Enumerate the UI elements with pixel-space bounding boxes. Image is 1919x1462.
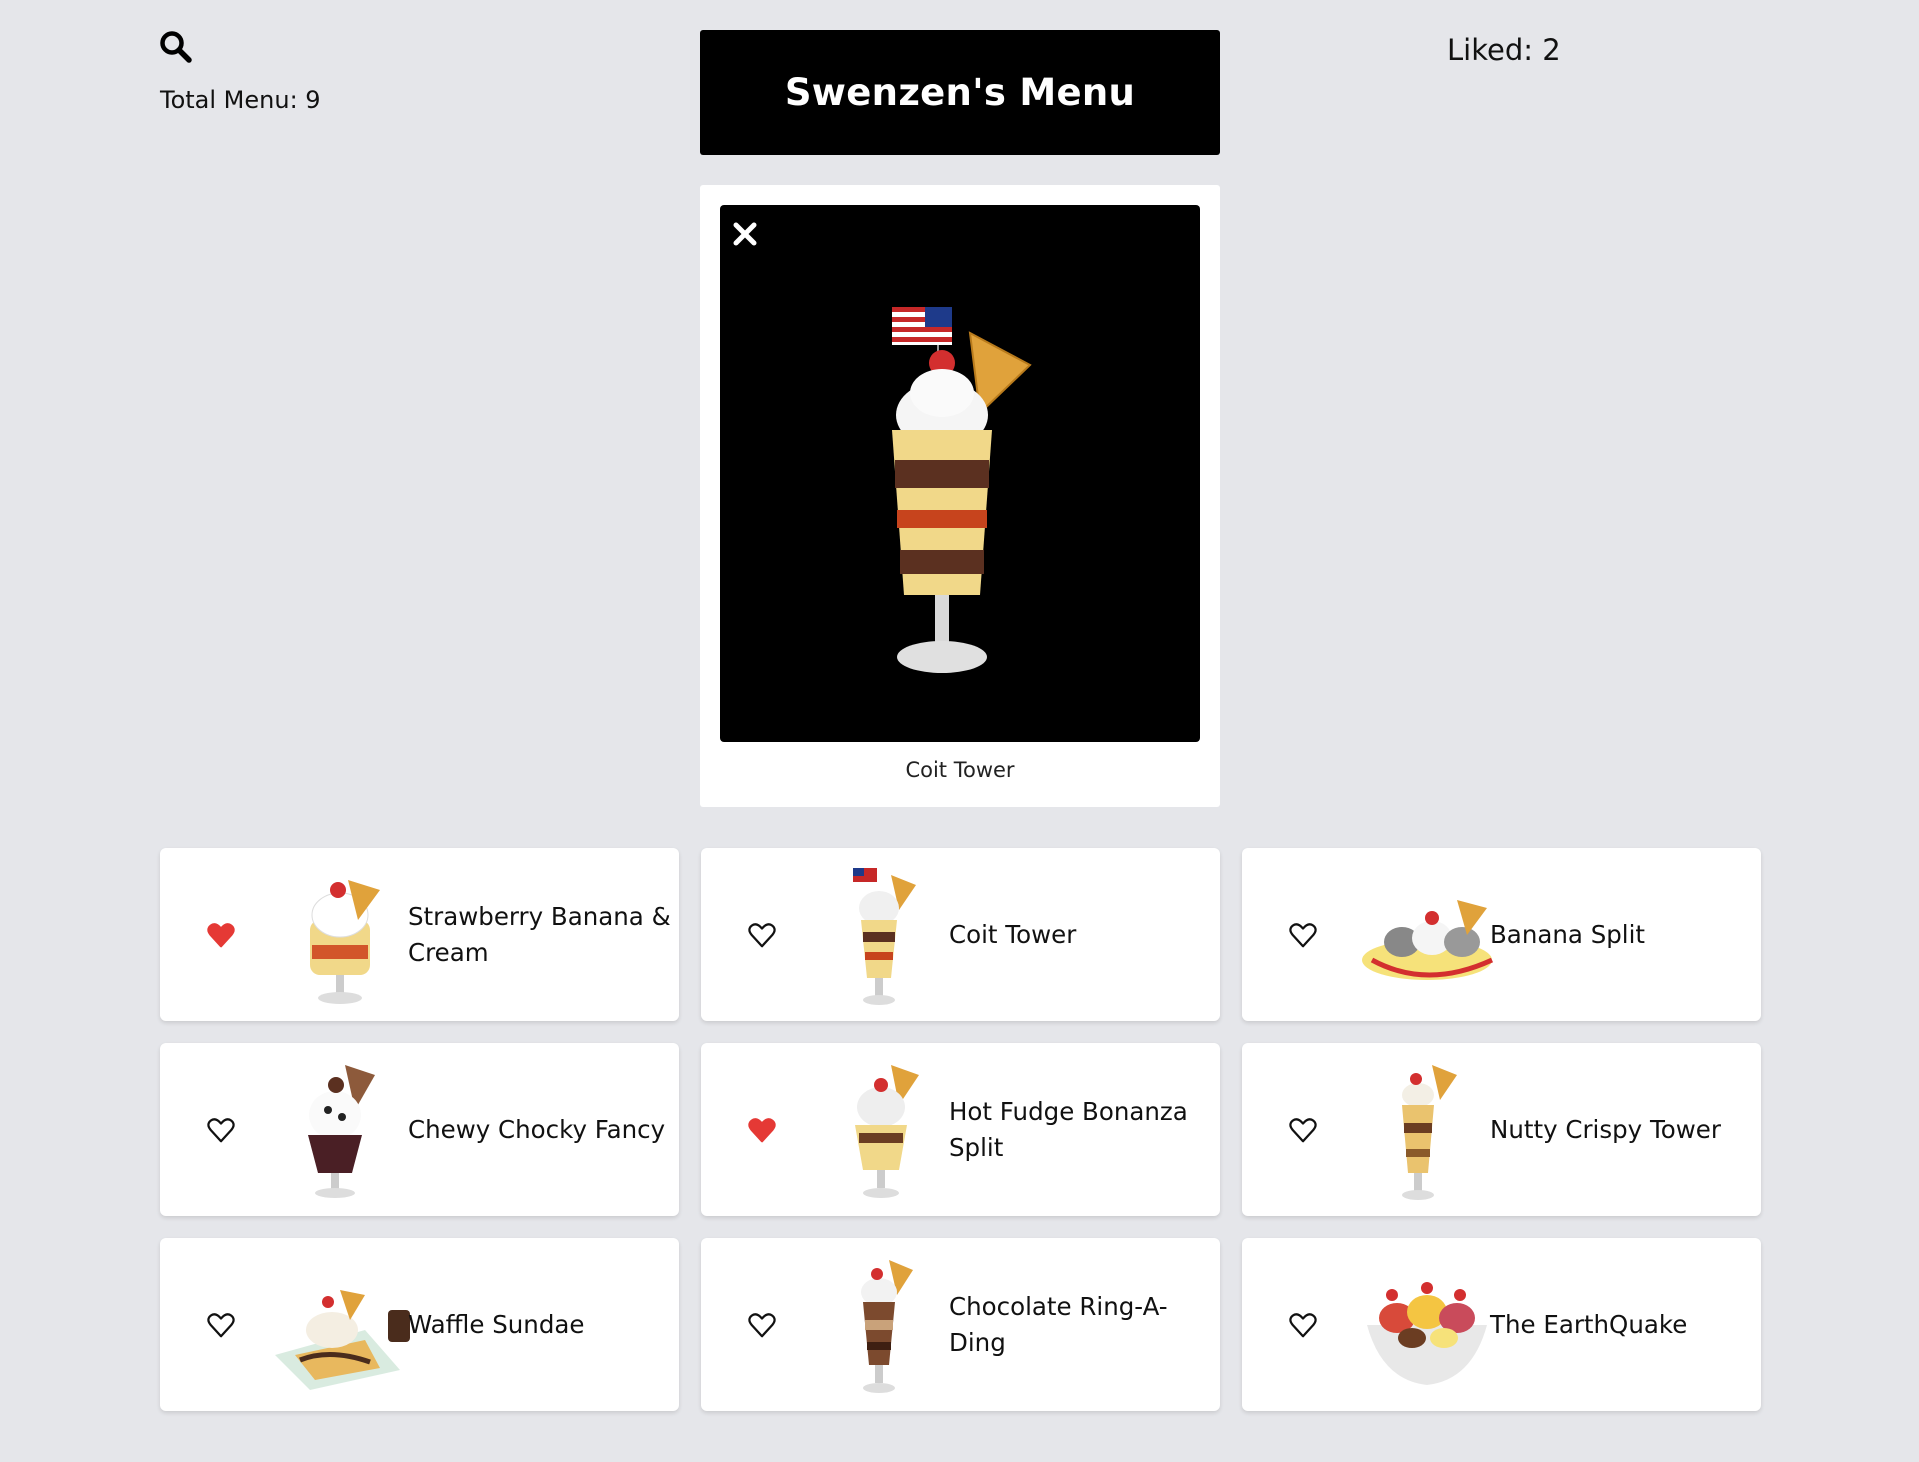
menu-item-image (811, 860, 961, 1010)
search-button[interactable] (159, 30, 193, 64)
heart-filled-icon[interactable] (747, 1116, 777, 1144)
heart-outline-icon[interactable] (206, 1311, 236, 1339)
like-button[interactable] (206, 1311, 236, 1339)
like-button[interactable] (1288, 1311, 1318, 1339)
search-icon[interactable] (159, 30, 193, 64)
menu-card-waffle-sundae[interactable]: Waffle Sundae (160, 1238, 679, 1411)
page-title: Swenzen's Menu (784, 71, 1136, 114)
menu-item-name: Coit Tower (949, 919, 1077, 949)
menu-item-image (1352, 1055, 1502, 1205)
menu-item-image (270, 1055, 420, 1205)
menu-card-banana-split[interactable]: Banana Split (1242, 848, 1761, 1021)
menu-card-hot-fudge-bonanza-split[interactable]: Hot Fudge Bonanza Split (701, 1043, 1220, 1216)
total-menu-count: Total Menu: 9 (160, 86, 321, 114)
menu-card-coit-tower[interactable]: Coit Tower (701, 848, 1220, 1021)
menu-card-nutty-crispy-tower[interactable]: Nutty Crispy Tower (1242, 1043, 1761, 1216)
heart-filled-icon[interactable] (206, 921, 236, 949)
close-icon[interactable] (728, 217, 762, 251)
like-button[interactable] (747, 921, 777, 949)
liked-count: Liked: 2 (1447, 33, 1561, 67)
menu-card-strawberry-banana-cream[interactable]: Strawberry Banana & Cream (160, 848, 679, 1021)
like-button[interactable] (1288, 921, 1318, 949)
close-preview-button[interactable] (728, 217, 762, 251)
menu-grid: Strawberry Banana & Cream Coit Tower Banan… (160, 848, 1761, 1411)
like-button[interactable] (747, 1116, 777, 1144)
sundae-illustration (892, 307, 1032, 673)
menu-item-name: Nutty Crispy Tower (1490, 1114, 1721, 1144)
menu-item-image (270, 1250, 420, 1400)
menu-item-image (270, 860, 420, 1010)
like-button[interactable] (747, 1311, 777, 1339)
menu-item-name: Waffle Sundae (408, 1309, 585, 1339)
title-banner: Swenzen's Menu (700, 30, 1220, 155)
menu-card-chocolate-ring-a-ding[interactable]: Chocolate Ring-A-Ding (701, 1238, 1220, 1411)
menu-card-the-earthquake[interactable]: The EarthQuake (1242, 1238, 1761, 1411)
preview-caption: Coit Tower (905, 758, 1015, 782)
menu-card-chewy-chocky-fancy[interactable]: Chewy Chocky Fancy (160, 1043, 679, 1216)
heart-outline-icon[interactable] (747, 921, 777, 949)
like-button[interactable] (206, 921, 236, 949)
heart-outline-icon[interactable] (747, 1311, 777, 1339)
heart-outline-icon[interactable] (1288, 1116, 1318, 1144)
menu-item-image (811, 1055, 961, 1205)
menu-item-image (1352, 1250, 1502, 1400)
menu-item-name: Strawberry Banana & Cream (408, 901, 671, 967)
menu-item-name: Chewy Chocky Fancy (408, 1114, 666, 1144)
menu-item-name: Chocolate Ring-A-Ding (949, 1291, 1168, 1357)
heart-outline-icon[interactable] (206, 1116, 236, 1144)
menu-item-name: Hot Fudge Bonanza Split (949, 1096, 1188, 1162)
menu-item-name: Banana Split (1490, 919, 1646, 949)
menu-item-image (811, 1250, 961, 1400)
preview-image (720, 205, 1200, 742)
preview-card: Coit Tower (700, 185, 1220, 807)
menu-item-image (1352, 860, 1502, 1010)
heart-outline-icon[interactable] (1288, 921, 1318, 949)
heart-outline-icon[interactable] (1288, 1311, 1318, 1339)
like-button[interactable] (206, 1116, 236, 1144)
menu-item-name: The EarthQuake (1490, 1309, 1688, 1339)
like-button[interactable] (1288, 1116, 1318, 1144)
